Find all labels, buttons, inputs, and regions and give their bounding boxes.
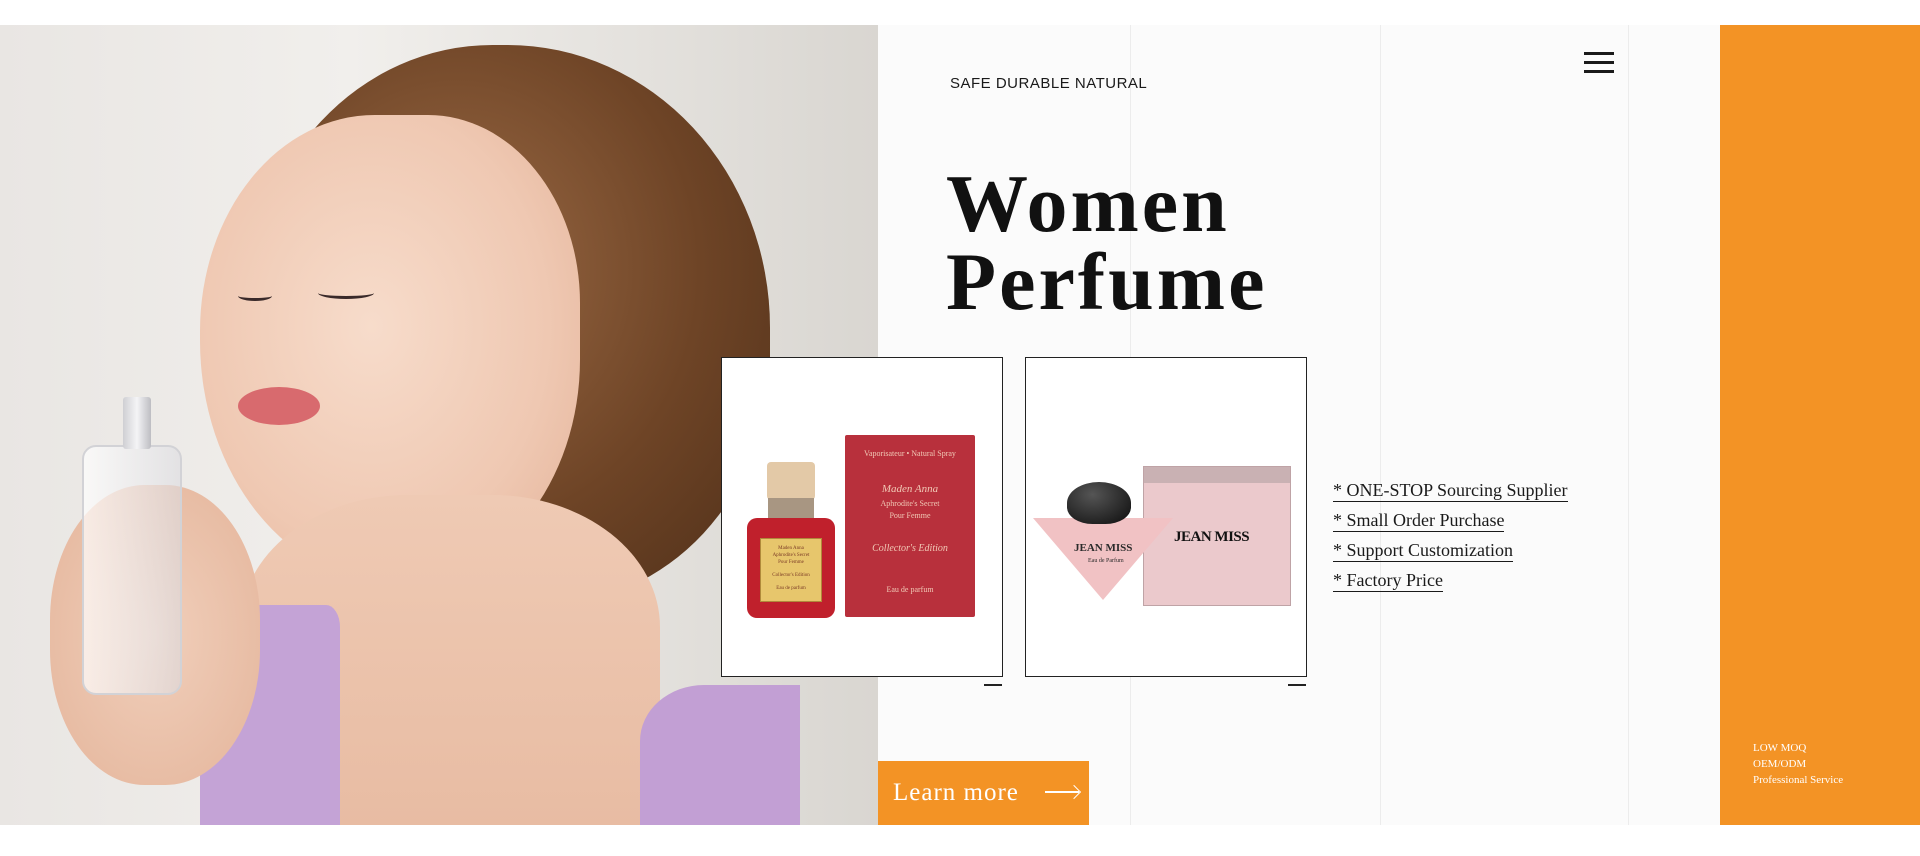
box-line-2: Pour Femme — [889, 511, 931, 520]
bottle-type: Eau de Parfum — [1088, 558, 1124, 564]
product-card-pink[interactable]: JEAN MISS JEAN MISS Eau de Parfum — [1025, 357, 1307, 686]
box-line-1: Aphrodite's Secret — [880, 499, 940, 508]
feature-list: * ONE-STOP Sourcing Supplier * Small Ord… — [1333, 475, 1568, 595]
card-dash — [1288, 684, 1306, 686]
title-line-1: Women — [946, 158, 1230, 249]
title-line-2: Perfume — [946, 236, 1268, 327]
box-edition: Collector's Edition — [872, 543, 948, 554]
slogan: SAFE DURABLE NATURAL — [950, 75, 1148, 92]
box-brand: Maden Anna — [881, 483, 939, 495]
feature-item: * ONE-STOP Sourcing Supplier — [1333, 480, 1568, 502]
product-card-red[interactable]: Vaporisateur • Natural Spray Maden Anna … — [721, 357, 1003, 686]
arrow-right-icon — [1045, 791, 1079, 793]
feature-item: * Small Order Purchase — [1333, 510, 1505, 532]
box-brand: JEAN MISS — [1174, 529, 1250, 545]
bottle-label: Maden Anna Aphrodite's Secret Pour Femme… — [760, 538, 822, 602]
bottle-brand: JEAN MISS — [1074, 542, 1133, 554]
card-dash — [984, 684, 1002, 686]
side-info-list: LOW MOQ OEM/ODM Professional Service — [1753, 740, 1843, 788]
side-line-moq: LOW MOQ — [1753, 742, 1807, 754]
feature-item: * Factory Price — [1333, 570, 1443, 592]
hero-banner: SAFE DURABLE NATURAL Women Perfume Vapor… — [0, 25, 1920, 825]
hamburger-menu-icon[interactable] — [1584, 52, 1614, 74]
side-line-service: Professional Service — [1753, 774, 1844, 786]
side-panel: LOW MOQ OEM/ODM Professional Service — [1720, 25, 1920, 825]
box-type: Eau de parfum — [886, 585, 934, 594]
box-spray-label: Vaporisateur • Natural Spray — [864, 449, 956, 458]
learn-more-label: Learn more — [893, 779, 1019, 806]
feature-item: * Support Customization — [1333, 540, 1513, 562]
learn-more-button[interactable]: Learn more — [878, 761, 1089, 825]
side-line-oem: OEM/ODM — [1753, 758, 1807, 770]
page-title: Women Perfume — [946, 158, 1268, 327]
